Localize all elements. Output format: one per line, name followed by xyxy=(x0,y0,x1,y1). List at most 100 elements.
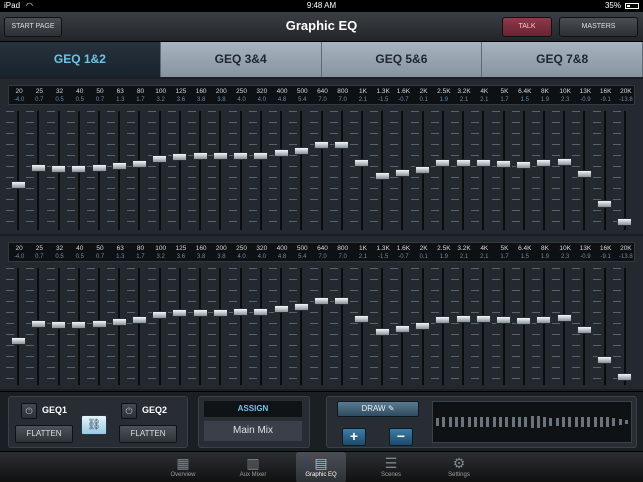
geq2-power-button[interactable]: ⏻ xyxy=(121,403,137,419)
tab-geq-7-8[interactable]: GEQ 7&8 xyxy=(482,42,643,77)
fader-track[interactable] xyxy=(320,111,323,230)
fader-knob[interactable] xyxy=(576,325,592,334)
fader-knob[interactable] xyxy=(91,319,107,328)
fader-track[interactable] xyxy=(563,111,566,230)
fader-knob[interactable] xyxy=(131,160,147,169)
nav-settings[interactable]: ⚙ Settings xyxy=(434,452,484,482)
fader-track[interactable] xyxy=(118,111,121,230)
fader-knob[interactable] xyxy=(152,154,168,163)
fader-knob[interactable] xyxy=(293,146,309,155)
fader-knob[interactable] xyxy=(617,372,633,381)
fader-track[interactable] xyxy=(542,111,545,230)
fader-knob[interactable] xyxy=(334,297,350,306)
fader-track[interactable] xyxy=(178,111,181,230)
fader-knob[interactable] xyxy=(354,314,370,323)
fader-track[interactable] xyxy=(239,111,242,230)
fader-knob[interactable] xyxy=(334,140,350,149)
fader-knob[interactable] xyxy=(475,314,491,323)
fader-knob[interactable] xyxy=(536,159,552,168)
fader-knob[interactable] xyxy=(415,322,431,331)
fader-track[interactable] xyxy=(158,111,161,230)
fader-track[interactable] xyxy=(441,268,444,385)
fader-knob[interactable] xyxy=(415,166,431,175)
geq2-flatten-button[interactable]: FLATTEN xyxy=(119,425,177,443)
fader-knob[interactable] xyxy=(314,140,329,149)
fader-track[interactable] xyxy=(239,268,242,385)
fader-track[interactable] xyxy=(118,268,121,385)
geq1-flatten-button[interactable]: FLATTEN xyxy=(15,425,73,443)
fader-track[interactable] xyxy=(138,268,141,385)
link-icon[interactable]: ⛓ xyxy=(81,415,107,435)
fader-knob[interactable] xyxy=(273,305,289,314)
assign-button[interactable]: ASSIGN xyxy=(204,401,302,417)
fader-knob[interactable] xyxy=(536,315,552,324)
fader-knob[interactable] xyxy=(111,317,127,326)
fader-track[interactable] xyxy=(360,111,363,230)
fader-knob[interactable] xyxy=(314,297,329,306)
fader-knob[interactable] xyxy=(516,160,532,169)
fader-knob[interactable] xyxy=(30,319,46,328)
fader-knob[interactable] xyxy=(496,160,512,169)
fader-knob[interactable] xyxy=(71,320,87,329)
fader-knob[interactable] xyxy=(131,316,147,325)
fader-knob[interactable] xyxy=(253,307,269,316)
fader-track[interactable] xyxy=(300,111,303,230)
fader-track[interactable] xyxy=(482,111,485,230)
fader-knob[interactable] xyxy=(152,310,168,319)
fader-knob[interactable] xyxy=(516,317,532,326)
draw-button[interactable]: DRAW ✎ xyxy=(337,401,419,417)
fader-track[interactable] xyxy=(623,268,626,385)
fader-knob[interactable] xyxy=(597,200,613,209)
fader-track[interactable] xyxy=(603,268,606,385)
fader-track[interactable] xyxy=(340,111,343,230)
fader-knob[interactable] xyxy=(475,158,491,167)
fader-knob[interactable] xyxy=(71,164,87,173)
fader-track[interactable] xyxy=(563,268,566,385)
tab-geq-1-2[interactable]: GEQ 1&2 xyxy=(0,42,161,77)
fader-track[interactable] xyxy=(542,268,545,385)
fader-knob[interactable] xyxy=(10,337,26,346)
fader-track[interactable] xyxy=(280,111,283,230)
fader-track[interactable] xyxy=(623,111,626,230)
fader-track[interactable] xyxy=(259,111,262,230)
fader-track[interactable] xyxy=(300,268,303,385)
fader-knob[interactable] xyxy=(354,158,370,167)
fader-track[interactable] xyxy=(522,111,525,230)
talk-button[interactable]: TALK xyxy=(502,17,552,37)
fader-track[interactable] xyxy=(199,268,202,385)
fader-knob[interactable] xyxy=(435,315,451,324)
masters-button[interactable]: MASTERS xyxy=(559,17,638,37)
tab-geq-3-4[interactable]: GEQ 3&4 xyxy=(160,42,322,77)
fader-track[interactable] xyxy=(360,268,363,385)
fader-track[interactable] xyxy=(178,268,181,385)
fader-knob[interactable] xyxy=(192,308,208,317)
fader-track[interactable] xyxy=(320,268,323,385)
fader-track[interactable] xyxy=(441,111,444,230)
fader-knob[interactable] xyxy=(172,153,188,162)
fader-track[interactable] xyxy=(17,111,20,230)
fader-track[interactable] xyxy=(158,268,161,385)
fader-track[interactable] xyxy=(259,268,262,385)
fader-track[interactable] xyxy=(603,111,606,230)
fader-knob[interactable] xyxy=(212,152,228,161)
fader-track[interactable] xyxy=(522,268,525,385)
fader-knob[interactable] xyxy=(597,355,613,364)
fader-knob[interactable] xyxy=(233,307,249,316)
fader-track[interactable] xyxy=(462,111,465,230)
fader-knob[interactable] xyxy=(30,163,46,172)
fader-knob[interactable] xyxy=(556,157,572,166)
fader-track[interactable] xyxy=(340,268,343,385)
fader-knob[interactable] xyxy=(496,316,512,325)
fader-track[interactable] xyxy=(219,268,222,385)
fader-knob[interactable] xyxy=(617,217,633,226)
fader-track[interactable] xyxy=(381,111,384,230)
fader-knob[interactable] xyxy=(374,327,390,336)
fader-knob[interactable] xyxy=(435,159,451,168)
fader-knob[interactable] xyxy=(51,320,67,329)
fader-knob[interactable] xyxy=(91,163,107,172)
geq1-power-button[interactable]: ⏻ xyxy=(21,403,37,419)
fader-knob[interactable] xyxy=(374,172,390,181)
fader-knob[interactable] xyxy=(111,161,127,170)
fader-track[interactable] xyxy=(502,111,505,230)
fader-knob[interactable] xyxy=(233,151,249,160)
